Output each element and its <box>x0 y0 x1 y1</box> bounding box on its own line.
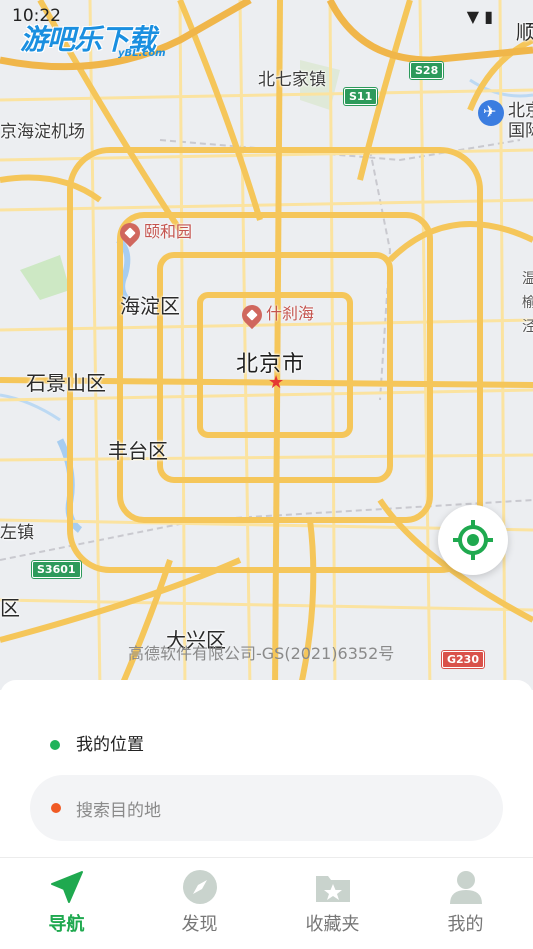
poi-pin-icon <box>115 218 145 247</box>
road-badge-s28: S28 <box>408 61 445 80</box>
start-dot-icon <box>50 740 60 750</box>
map-label-edge-r3: 泾 <box>522 319 533 335</box>
map-label-fengtai: 丰台区 <box>108 439 168 463</box>
map-canvas <box>0 0 533 690</box>
navigation-arrow-icon <box>51 871 83 903</box>
tab-discover-label: 发现 <box>181 914 218 935</box>
poi-shichahai-label: 什刹海 <box>266 304 315 323</box>
watermark-sub: yBL.com <box>118 48 166 59</box>
route-panel: 我的位置 搜索目的地 <box>0 680 533 858</box>
map-label-edge-r1: 温 <box>522 271 533 287</box>
my-location-row[interactable]: 我的位置 <box>50 730 144 755</box>
my-location-label: 我的位置 <box>76 735 144 755</box>
map-label-airport-right-2: 国际 <box>508 121 533 141</box>
search-placeholder: 搜索目的地 <box>76 801 161 821</box>
destination-dot-icon <box>51 803 61 813</box>
tab-profile[interactable]: 我的 <box>399 858 532 949</box>
locate-button[interactable] <box>438 505 508 575</box>
map-label-edge-r2: 榆 <box>522 295 533 311</box>
poi-shichahai[interactable]: 什刹海 <box>237 300 315 329</box>
road-badge-s11: S11 <box>342 87 379 106</box>
bottom-tab-bar: 导航 发现 收藏夹 我的 <box>0 857 533 949</box>
map-copyright: 高德软件有限公司-GS(2021)6352号 <box>128 644 395 663</box>
map-label-qu: 区 <box>0 596 20 620</box>
map-label-airport-left: 京海淀机场 <box>0 122 85 142</box>
tab-favorites-label: 收藏夹 <box>305 914 360 935</box>
capital-star-icon: ★ <box>268 372 285 393</box>
road-badge-g230: G230 <box>441 650 485 669</box>
crosshair-icon <box>453 520 493 560</box>
tab-favorites[interactable]: 收藏夹 <box>266 858 399 949</box>
airport-icon <box>478 100 504 126</box>
map-view[interactable]: 10:22 ▼ ▮ 游吧乐下载 yBL.com 北七家镇 京海淀机场 北京 国际… <box>0 0 533 690</box>
user-profile-icon <box>450 871 482 904</box>
tab-discover[interactable]: 发现 <box>133 858 266 949</box>
map-label-beiqijia: 北七家镇 <box>258 70 326 90</box>
poi-pin-icon <box>237 300 267 329</box>
poi-yiheyuan-label: 颐和园 <box>144 222 193 241</box>
favorites-folder-icon <box>316 876 350 902</box>
map-label-shijingshan: 石景山区 <box>26 371 106 395</box>
compass-icon <box>183 870 217 904</box>
tab-navigation[interactable]: 导航 <box>0 858 133 949</box>
tab-navigation-label: 导航 <box>48 914 85 935</box>
road-badge-s3601: S3601 <box>31 560 82 579</box>
map-label-shun: 顺 <box>516 20 533 44</box>
status-icons: ▼ ▮ <box>466 7 493 26</box>
destination-search-input[interactable]: 搜索目的地 <box>30 775 503 841</box>
tab-profile-label: 我的 <box>447 914 484 935</box>
poi-yiheyuan[interactable]: 颐和园 <box>115 218 193 247</box>
map-label-zuo-zhen: 左镇 <box>0 523 34 543</box>
map-label-haidian: 海淀区 <box>120 294 180 318</box>
